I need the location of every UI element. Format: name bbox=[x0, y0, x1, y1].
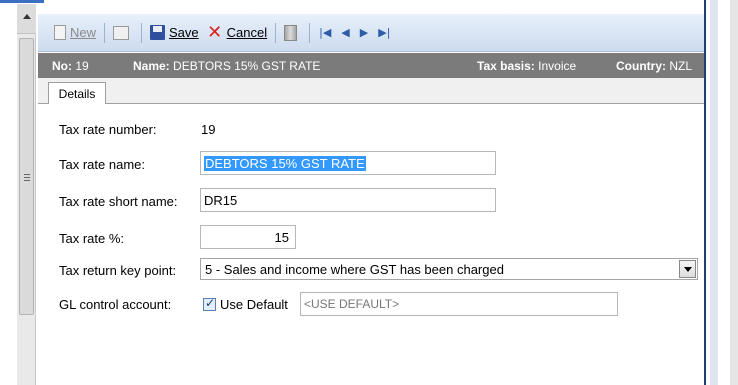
tax-rate-number-value: 19 bbox=[201, 122, 216, 137]
tab-details[interactable]: Details bbox=[48, 82, 106, 105]
first-record-icon[interactable]: |◀ bbox=[314, 26, 336, 39]
tax-basis: Tax basis: Invoice bbox=[477, 59, 576, 73]
tax-rate-number-label: Tax rate number: bbox=[59, 122, 157, 137]
record-name: Name: DEBTORS 15% GST RATE bbox=[133, 59, 320, 73]
country-label: Country: bbox=[616, 58, 666, 73]
country-value: NZL bbox=[669, 58, 693, 73]
properties-icon bbox=[113, 25, 130, 40]
tax-rate-window: New Save ✕ Cancel |◀ ◀ ▶ ▶| No: 19 Name:… bbox=[0, 0, 738, 385]
tax-rate-name-input[interactable]: DEBTORS 15% GST RATE bbox=[200, 151, 496, 175]
country: Country: NZL bbox=[616, 59, 692, 73]
right-scroll-area bbox=[706, 0, 738, 385]
use-default-checkbox[interactable] bbox=[203, 296, 216, 311]
gl-control-account-input[interactable]: <USE DEFAULT> bbox=[300, 292, 618, 316]
toolbar-separator bbox=[141, 22, 143, 43]
toolbar-separator bbox=[275, 22, 277, 43]
tax-basis-label: Tax basis: bbox=[477, 58, 535, 73]
toolbar: New Save ✕ Cancel |◀ ◀ ▶ ▶| bbox=[38, 14, 704, 52]
last-record-icon[interactable]: ▶| bbox=[373, 26, 395, 39]
details-form: Tax rate number: 19 Tax rate name: DEBTO… bbox=[38, 104, 704, 385]
right-scrollbar-track[interactable] bbox=[710, 0, 718, 385]
tax-rate-short-name-label: Tax rate short name: bbox=[59, 194, 178, 209]
delete-button[interactable] bbox=[280, 22, 305, 44]
grip-icon bbox=[24, 174, 30, 181]
gl-control-account-label: GL control account: bbox=[59, 297, 172, 312]
record-number: No: 19 bbox=[52, 59, 89, 73]
record-number-label: No: bbox=[52, 58, 72, 73]
top-accent bbox=[0, 0, 738, 4]
tax-rate-percent-input[interactable]: 15 bbox=[200, 225, 296, 249]
save-disk-icon bbox=[150, 25, 166, 40]
chevron-down-icon[interactable] bbox=[679, 260, 696, 278]
tax-rate-short-name-value: DR15 bbox=[204, 192, 238, 208]
new-button-label: New bbox=[70, 25, 97, 40]
next-record-icon[interactable]: ▶ bbox=[355, 26, 373, 39]
new-button[interactable]: New bbox=[50, 22, 100, 44]
right-edge-strip bbox=[730, 0, 738, 385]
cancel-x-icon: ✕ bbox=[207, 21, 223, 43]
tax-rate-name-value: DEBTORS 15% GST RATE bbox=[204, 155, 366, 171]
save-button[interactable]: Save bbox=[146, 22, 203, 44]
previous-record-icon[interactable]: ◀ bbox=[336, 26, 354, 39]
arrow-up-icon bbox=[23, 14, 31, 19]
use-default-label[interactable]: Use Default bbox=[220, 297, 288, 312]
tax-return-key-point-label: Tax return key point: bbox=[59, 263, 177, 278]
tab-strip: Details bbox=[38, 78, 704, 105]
tax-rate-percent-value: 15 bbox=[274, 229, 289, 245]
gl-control-account-placeholder: <USE DEFAULT> bbox=[304, 297, 400, 311]
scroll-thumb[interactable] bbox=[19, 38, 34, 315]
outer-scrollbar[interactable] bbox=[17, 4, 36, 385]
cancel-button[interactable]: ✕ Cancel bbox=[203, 22, 271, 44]
tax-return-key-point-select[interactable]: 5 - Sales and income where GST has been … bbox=[200, 258, 698, 280]
record-name-value: DEBTORS 15% GST RATE bbox=[173, 58, 321, 73]
toolbar-separator bbox=[309, 22, 311, 43]
tax-rate-name-label: Tax rate name: bbox=[59, 157, 145, 172]
tax-basis-value: Invoice bbox=[538, 58, 577, 73]
save-button-label: Save bbox=[169, 25, 199, 40]
record-number-value: 19 bbox=[75, 58, 89, 73]
record-header: No: 19 Name: DEBTORS 15% GST RATE Tax ba… bbox=[38, 53, 704, 78]
toolbar-separator bbox=[104, 22, 106, 43]
tax-rate-short-name-input[interactable]: DR15 bbox=[200, 188, 496, 212]
record-name-label: Name: bbox=[133, 58, 170, 73]
scroll-up-button[interactable] bbox=[17, 4, 36, 34]
tax-return-key-point-value: 5 - Sales and income where GST has been … bbox=[205, 261, 504, 277]
properties-button[interactable] bbox=[109, 22, 137, 44]
tax-rate-percent-label: Tax rate %: bbox=[59, 231, 125, 246]
cancel-button-label: Cancel bbox=[226, 25, 268, 40]
trash-icon bbox=[284, 24, 298, 41]
new-document-icon bbox=[54, 25, 66, 40]
